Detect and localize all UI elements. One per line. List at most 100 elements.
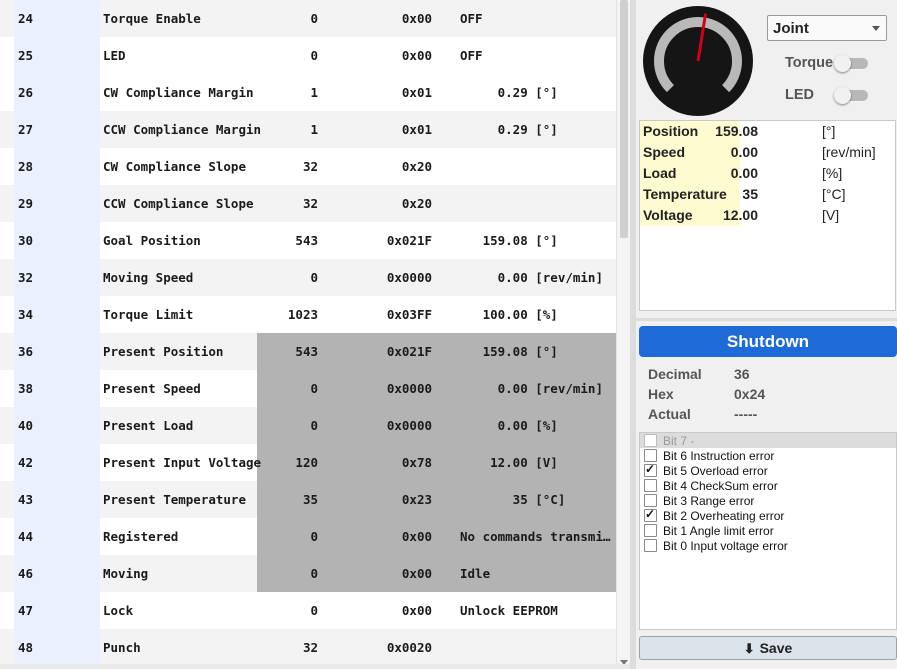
table-row[interactable]: 28 CW Compliance Slope 32 0x20 bbox=[0, 148, 616, 185]
bit-checkbox-row[interactable]: Bit 3 Range error bbox=[640, 493, 896, 508]
register-hex[interactable]: 0x00 bbox=[402, 48, 432, 63]
checkbox[interactable] bbox=[644, 479, 657, 492]
register-decimal[interactable]: 0 bbox=[310, 603, 318, 618]
bit-label: Bit 2 Overheating error bbox=[663, 509, 785, 523]
register-hex[interactable]: 0x0020 bbox=[387, 640, 432, 655]
save-button[interactable]: ⬇ Save bbox=[639, 636, 897, 660]
register-decimal[interactable]: 1 bbox=[310, 122, 318, 137]
register-address: 34 bbox=[18, 307, 34, 322]
status-row: Voltage 12.00 [V] bbox=[640, 205, 895, 226]
register-decimal[interactable]: 0 bbox=[310, 270, 318, 285]
register-decimal[interactable]: 0 bbox=[310, 418, 318, 433]
table-row[interactable]: 27 CCW Compliance Margin 1 0x01 0.29 [°] bbox=[0, 111, 616, 148]
horizontal-scrollbar[interactable] bbox=[0, 664, 630, 669]
register-name: Present Position bbox=[103, 344, 224, 359]
status-row: Load 0.00 [%] bbox=[640, 163, 895, 184]
table-row[interactable]: 36 Present Position 543 0x021F 159.08 [°] bbox=[0, 333, 616, 370]
register-hex[interactable]: 0x0000 bbox=[387, 418, 432, 433]
register-decimal[interactable]: 0 bbox=[310, 381, 318, 396]
actual-label: Actual bbox=[648, 406, 691, 422]
table-row[interactable]: 34 Torque Limit 1023 0x03FF 100.00 [%] bbox=[0, 296, 616, 333]
register-decimal[interactable]: 0 bbox=[310, 48, 318, 63]
torque-toggle[interactable] bbox=[834, 55, 870, 72]
status-unit: [%] bbox=[822, 165, 843, 181]
table-row[interactable]: 44 Registered 0 0x00 No commands transmitted bbox=[0, 518, 616, 555]
led-toggle[interactable] bbox=[834, 87, 870, 104]
register-hex[interactable]: 0x00 bbox=[402, 566, 432, 581]
register-name: CCW Compliance Margin bbox=[103, 122, 262, 137]
bit-checkbox-row[interactable]: Bit 4 CheckSum error bbox=[640, 478, 896, 493]
register-decimal[interactable]: 1023 bbox=[288, 307, 318, 322]
table-row[interactable]: 47 Lock 0 0x00 Unlock EEPROM bbox=[0, 592, 616, 629]
bit-label: Bit 5 Overload error bbox=[663, 464, 768, 478]
register-hex[interactable]: 0x00 bbox=[402, 529, 432, 544]
register-decimal[interactable]: 32 bbox=[303, 196, 318, 211]
checkbox[interactable] bbox=[644, 539, 657, 552]
scrollbar-thumb[interactable] bbox=[620, 0, 628, 238]
checkbox[interactable]: ✓ bbox=[644, 507, 657, 522]
status-row: Temperature 35 [°C] bbox=[640, 184, 895, 205]
checkbox[interactable]: ✓ bbox=[644, 462, 657, 477]
table-row[interactable]: 38 Present Speed 0 0x0000 0.00 [rev/min] bbox=[0, 370, 616, 407]
table-row[interactable]: 48 Punch 32 0x0020 bbox=[0, 629, 616, 666]
register-hex[interactable]: 0x021F bbox=[387, 233, 432, 248]
bit-label: Bit 7 - bbox=[663, 434, 695, 448]
bit-checkbox-row[interactable]: Bit 6 Instruction error bbox=[640, 448, 896, 463]
table-row[interactable]: 32 Moving Speed 0 0x0000 0.00 [rev/min] bbox=[0, 259, 616, 296]
bit-checkbox-row[interactable]: Bit 0 Input voltage error bbox=[640, 538, 896, 553]
check-icon: ✓ bbox=[645, 462, 656, 476]
register-decimal[interactable]: 1 bbox=[310, 85, 318, 100]
register-hex[interactable]: 0x0000 bbox=[387, 381, 432, 396]
register-decimal[interactable]: 0 bbox=[310, 566, 318, 581]
register-hex[interactable]: 0x01 bbox=[402, 85, 432, 100]
register-hex[interactable]: 0x0000 bbox=[387, 270, 432, 285]
bit-checkbox-row[interactable]: ✓ Bit 5 Overload error bbox=[640, 462, 896, 478]
register-hex[interactable]: 0x01 bbox=[402, 122, 432, 137]
register-address-cell: 30 bbox=[14, 222, 100, 259]
checkbox[interactable] bbox=[644, 524, 657, 537]
register-hex[interactable]: 0x78 bbox=[402, 455, 432, 470]
chevron-down-icon bbox=[872, 26, 880, 31]
mode-select[interactable]: Joint bbox=[767, 15, 887, 41]
table-row[interactable]: 29 CCW Compliance Slope 32 0x20 bbox=[0, 185, 616, 222]
table-row[interactable]: 42 Present Input Voltage 120 0x78 12.00 [V] bbox=[0, 444, 616, 481]
register-name: Present Speed bbox=[103, 381, 201, 396]
register-hex[interactable]: 0x23 bbox=[402, 492, 432, 507]
table-row[interactable]: 46 Moving 0 0x00 Idle bbox=[0, 555, 616, 592]
register-decimal[interactable]: 543 bbox=[295, 233, 318, 248]
register-hex[interactable]: 0x03FF bbox=[387, 307, 432, 322]
table-row[interactable]: 40 Present Load 0 0x0000 0.00 [%] bbox=[0, 407, 616, 444]
register-decimal[interactable]: 32 bbox=[303, 159, 318, 174]
table-row[interactable]: 26 CW Compliance Margin 1 0x01 0.29 [°] bbox=[0, 74, 616, 111]
register-address: 40 bbox=[18, 418, 34, 433]
checkbox[interactable] bbox=[644, 434, 657, 447]
bit-checkbox-row[interactable]: Bit 7 - bbox=[640, 433, 896, 448]
register-decimal[interactable]: 32 bbox=[303, 640, 318, 655]
status-table: Position 159.08 [°] Speed 0.00 [rev/min] Load 0… bbox=[639, 120, 896, 311]
register-hex[interactable]: 0x00 bbox=[402, 603, 432, 618]
register-address-cell: 42 bbox=[14, 444, 100, 481]
bit-label: Bit 6 Instruction error bbox=[663, 449, 775, 463]
checkbox[interactable] bbox=[644, 494, 657, 507]
register-value: 0.00 [rev/min] bbox=[460, 270, 603, 285]
register-decimal[interactable]: 0 bbox=[310, 11, 318, 26]
register-decimal[interactable]: 35 bbox=[303, 492, 318, 507]
register-decimal[interactable]: 120 bbox=[295, 455, 318, 470]
table-row[interactable]: 25 LED 0 0x00 OFF bbox=[0, 37, 616, 74]
panel-divider[interactable] bbox=[633, 318, 897, 321]
register-hex[interactable]: 0x00 bbox=[402, 11, 432, 26]
table-row[interactable]: 43 Present Temperature 35 0x23 35 [°C] bbox=[0, 481, 616, 518]
register-hex[interactable]: 0x20 bbox=[402, 196, 432, 211]
register-hex[interactable]: 0x20 bbox=[402, 159, 432, 174]
table-row[interactable]: 24 Torque Enable 0 0x00 OFF bbox=[0, 0, 616, 37]
panel-splitter[interactable] bbox=[630, 0, 636, 669]
table-scrollbar[interactable] bbox=[616, 0, 631, 669]
register-decimal[interactable]: 543 bbox=[295, 344, 318, 359]
table-row[interactable]: 30 Goal Position 543 0x021F 159.08 [°] bbox=[0, 222, 616, 259]
register-address-cell: 32 bbox=[14, 259, 100, 296]
checkbox[interactable] bbox=[644, 449, 657, 462]
register-hex[interactable]: 0x021F bbox=[387, 344, 432, 359]
register-decimal[interactable]: 0 bbox=[310, 529, 318, 544]
bit-checkbox-row[interactable]: ✓ Bit 2 Overheating error bbox=[640, 507, 896, 523]
bit-checkbox-row[interactable]: Bit 1 Angle limit error bbox=[640, 523, 896, 538]
